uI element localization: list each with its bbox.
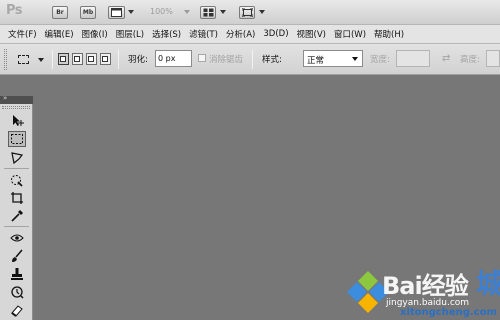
menu-filter[interactable]: 滤镜(T) bbox=[185, 28, 222, 40]
watermark-cheng: 城 bbox=[476, 269, 500, 300]
move-icon bbox=[13, 115, 24, 126]
lasso-tool[interactable] bbox=[8, 150, 26, 166]
width-input[interactable] bbox=[396, 50, 430, 67]
application-bar: Ps Br Mb 100% bbox=[0, 0, 500, 25]
spot-healing-icon bbox=[10, 234, 24, 242]
width-label: 宽度: bbox=[370, 55, 390, 65]
height-input[interactable] bbox=[486, 50, 500, 67]
eraser-icon bbox=[11, 305, 23, 317]
menu-analysis[interactable]: 分析(A) bbox=[222, 28, 259, 40]
new-selection-icon bbox=[60, 56, 66, 62]
style-select[interactable]: 正常 bbox=[303, 50, 363, 67]
divider bbox=[4, 226, 29, 227]
brush-tool[interactable] bbox=[8, 248, 26, 264]
tools-panel-grip[interactable] bbox=[2, 106, 30, 109]
eraser-tool[interactable] bbox=[8, 302, 26, 318]
intersect-with-selection-button[interactable] bbox=[100, 53, 111, 65]
add-to-selection-icon bbox=[74, 56, 80, 62]
tool-preset-picker[interactable] bbox=[14, 52, 48, 68]
eyedropper-tool[interactable] bbox=[8, 208, 26, 224]
rectangular-marquee-icon bbox=[18, 55, 29, 64]
eyedropper-icon bbox=[11, 210, 23, 222]
history-brush-icon bbox=[11, 286, 24, 299]
antialias-checkbox[interactable] bbox=[198, 54, 206, 62]
collapse-icon: » bbox=[3, 94, 8, 102]
move-tool[interactable] bbox=[8, 113, 26, 129]
arrange-dropdown-icon[interactable] bbox=[220, 10, 226, 14]
feather-label: 羽化: bbox=[128, 55, 148, 65]
bridge-button[interactable]: Br bbox=[52, 6, 68, 19]
chevron-down-icon bbox=[38, 58, 44, 62]
quick-selection-tool[interactable] bbox=[8, 172, 26, 188]
menu-layer[interactable]: 图层(L) bbox=[112, 28, 148, 40]
clone-stamp-tool[interactable] bbox=[8, 266, 26, 282]
screen-mode-icon bbox=[241, 8, 253, 17]
menu-image[interactable]: 图像(I) bbox=[78, 28, 112, 40]
watermark-site: xitongcheng.com bbox=[400, 307, 497, 318]
menu-bar: 文件(F) 编辑(E) 图像(I) 图层(L) 选择(S) 滤镜(T) 分析(A… bbox=[0, 25, 500, 44]
spot-healing-brush-tool[interactable] bbox=[8, 230, 26, 246]
menu-3d[interactable]: 3D(D) bbox=[259, 29, 292, 39]
view-extras-dropdown-icon[interactable] bbox=[128, 10, 134, 14]
watermark-brand: Bai经验 bbox=[382, 272, 469, 300]
new-selection-button[interactable] bbox=[58, 53, 69, 65]
arrange-documents-button[interactable] bbox=[200, 6, 216, 19]
add-to-selection-button[interactable] bbox=[72, 53, 83, 65]
clone-stamp-icon bbox=[11, 268, 23, 280]
rectangular-marquee-tool[interactable] bbox=[8, 131, 26, 147]
zoom-dropdown-icon[interactable] bbox=[184, 10, 190, 14]
menu-help[interactable]: 帮助(H) bbox=[370, 28, 408, 40]
photoshop-logo: Ps bbox=[6, 3, 23, 18]
rectangular-marquee-icon bbox=[11, 134, 23, 144]
view-extras-button[interactable] bbox=[108, 6, 125, 19]
screen-mode-dropdown-icon[interactable] bbox=[259, 10, 265, 14]
swap-dimensions-icon[interactable]: ⇄ bbox=[442, 53, 450, 64]
menu-edit[interactable]: 编辑(E) bbox=[41, 28, 78, 40]
history-brush-tool[interactable] bbox=[8, 284, 26, 300]
lasso-icon bbox=[11, 152, 24, 165]
arrange-documents-icon bbox=[203, 8, 213, 17]
menu-window[interactable]: 窗口(W) bbox=[330, 28, 370, 40]
crop-tool[interactable] bbox=[8, 190, 26, 206]
style-select-value: 正常 bbox=[307, 56, 325, 66]
menu-select[interactable]: 选择(S) bbox=[148, 28, 185, 40]
divider bbox=[52, 50, 53, 69]
options-bar-grip[interactable] bbox=[4, 49, 7, 70]
style-label: 样式: bbox=[262, 55, 282, 65]
mini-bridge-button[interactable]: Mb bbox=[80, 6, 96, 19]
watermark: Bai经验 城 jingyan.baidu.com xitongcheng.co… bbox=[344, 262, 500, 320]
divider bbox=[118, 50, 119, 69]
options-bar: 羽化: 0 px 消除锯齿 样式: 正常 宽度: ⇄ 高度: bbox=[0, 44, 500, 75]
menu-file[interactable]: 文件(F) bbox=[4, 28, 41, 40]
quick-selection-icon bbox=[11, 175, 23, 187]
tools-panel-header[interactable]: » bbox=[0, 94, 33, 104]
crop-icon bbox=[11, 192, 23, 204]
intersect-with-selection-icon bbox=[102, 56, 108, 62]
brush-icon bbox=[12, 249, 23, 262]
divider bbox=[4, 168, 29, 169]
view-extras-icon bbox=[111, 8, 122, 17]
feather-input[interactable]: 0 px bbox=[155, 50, 192, 67]
antialias-label: 消除锯齿 bbox=[209, 55, 244, 65]
divider bbox=[252, 50, 253, 69]
height-label: 高度: bbox=[460, 55, 480, 65]
subtract-from-selection-icon bbox=[88, 56, 94, 62]
zoom-level[interactable]: 100% bbox=[150, 7, 173, 16]
screen-mode-button[interactable] bbox=[239, 6, 255, 19]
menu-view[interactable]: 视图(V) bbox=[293, 28, 330, 40]
chevron-down-icon bbox=[352, 57, 358, 61]
subtract-from-selection-button[interactable] bbox=[86, 53, 97, 65]
